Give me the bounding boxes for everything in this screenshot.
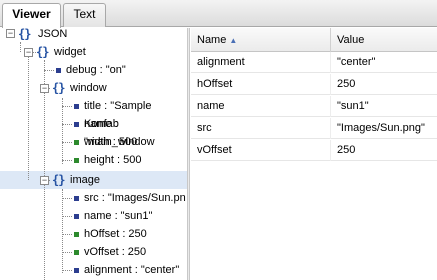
- number-value-icon: [74, 250, 79, 255]
- grid-header: Name ▲ Value: [191, 28, 437, 52]
- number-value-icon: [74, 158, 79, 163]
- string-value-icon: [56, 68, 61, 73]
- table-row[interactable]: src "Images/Sun.png": [191, 118, 437, 139]
- cell-value: "sun1": [337, 100, 369, 112]
- object-icon: {}: [36, 45, 49, 59]
- pane-splitter[interactable]: [187, 28, 190, 280]
- tree-node-image-alignment[interactable]: alignment : "center": [84, 261, 179, 279]
- cell-name: vOffset: [191, 140, 331, 161]
- object-icon: {}: [18, 28, 31, 41]
- tree-connector: [62, 198, 72, 199]
- cell-name: name: [191, 96, 331, 117]
- cell-name: alignment: [191, 52, 331, 73]
- tree-connector: [62, 252, 72, 253]
- cell-value: 250: [337, 78, 356, 90]
- tab-viewer[interactable]: Viewer: [2, 3, 61, 28]
- table-row[interactable]: alignment "center": [191, 52, 437, 73]
- tree-node-debug[interactable]: debug : "on": [66, 61, 126, 79]
- cell-value: "center": [337, 56, 376, 68]
- collapse-toggle-icon[interactable]: −: [24, 48, 33, 57]
- tree-connector: [44, 60, 45, 280]
- tree-node-window-height[interactable]: height : 500: [84, 151, 142, 169]
- string-value-icon: [74, 104, 79, 109]
- table-row[interactable]: vOffset 250: [191, 140, 437, 161]
- tree-node-image-hoffset[interactable]: hOffset : 250: [84, 225, 147, 243]
- collapse-toggle-icon[interactable]: −: [40, 176, 49, 185]
- tab-text[interactable]: Text: [63, 3, 106, 27]
- object-icon: {}: [52, 173, 65, 187]
- tree-connector: [62, 160, 72, 161]
- tree-connector: [62, 270, 72, 271]
- tree-connector: [62, 142, 72, 143]
- string-value-icon: [74, 196, 79, 201]
- tree-connector: [62, 189, 63, 273]
- cell-value: 250: [337, 144, 356, 156]
- tab-bar: Viewer Text: [0, 0, 437, 28]
- column-header-name-label: Name: [197, 34, 227, 46]
- column-header-value[interactable]: Value: [331, 28, 437, 52]
- table-row[interactable]: hOffset 250: [191, 74, 437, 95]
- tree-node-image[interactable]: image: [70, 171, 100, 189]
- property-grid: Name ▲ Value alignment "center" hOffset 2…: [191, 28, 437, 280]
- tree-node-image-src[interactable]: src : "Images/Sun.pn: [84, 189, 186, 207]
- string-value-icon: [74, 122, 79, 127]
- tree-node-window[interactable]: window: [70, 79, 107, 97]
- tree-connector: [62, 124, 72, 125]
- tree-node-image-name[interactable]: name : "sun1": [84, 207, 152, 225]
- number-value-icon: [74, 232, 79, 237]
- tree-connector: [62, 106, 72, 107]
- cell-value: "Images/Sun.png": [337, 122, 425, 134]
- tree-connector: [44, 70, 54, 71]
- tree-node-root[interactable]: JSON: [38, 28, 67, 43]
- cell-name: src: [191, 118, 331, 139]
- string-value-icon: [74, 214, 79, 219]
- tree-connector: [62, 98, 63, 164]
- tree-node-widget[interactable]: widget: [54, 43, 86, 61]
- cell-name: hOffset: [191, 74, 331, 95]
- string-value-icon: [74, 268, 79, 273]
- tree-connector: [28, 52, 29, 180]
- tree-connector: [62, 234, 72, 235]
- tree-connector: [62, 216, 72, 217]
- json-tree: − {} JSON − {} widget debug : "on" − {} …: [0, 28, 187, 280]
- tree-connector: [20, 42, 21, 52]
- tree-node-window-width[interactable]: width : 500: [84, 133, 137, 151]
- sort-ascending-icon: ▲: [229, 36, 238, 45]
- object-icon: {}: [52, 81, 65, 95]
- column-header-name[interactable]: Name ▲: [191, 28, 331, 52]
- tree-node-image-voffset[interactable]: vOffset : 250: [84, 243, 146, 261]
- collapse-toggle-icon[interactable]: −: [6, 29, 15, 38]
- number-value-icon: [74, 140, 79, 145]
- table-row[interactable]: name "sun1": [191, 96, 437, 117]
- collapse-toggle-icon[interactable]: −: [40, 84, 49, 93]
